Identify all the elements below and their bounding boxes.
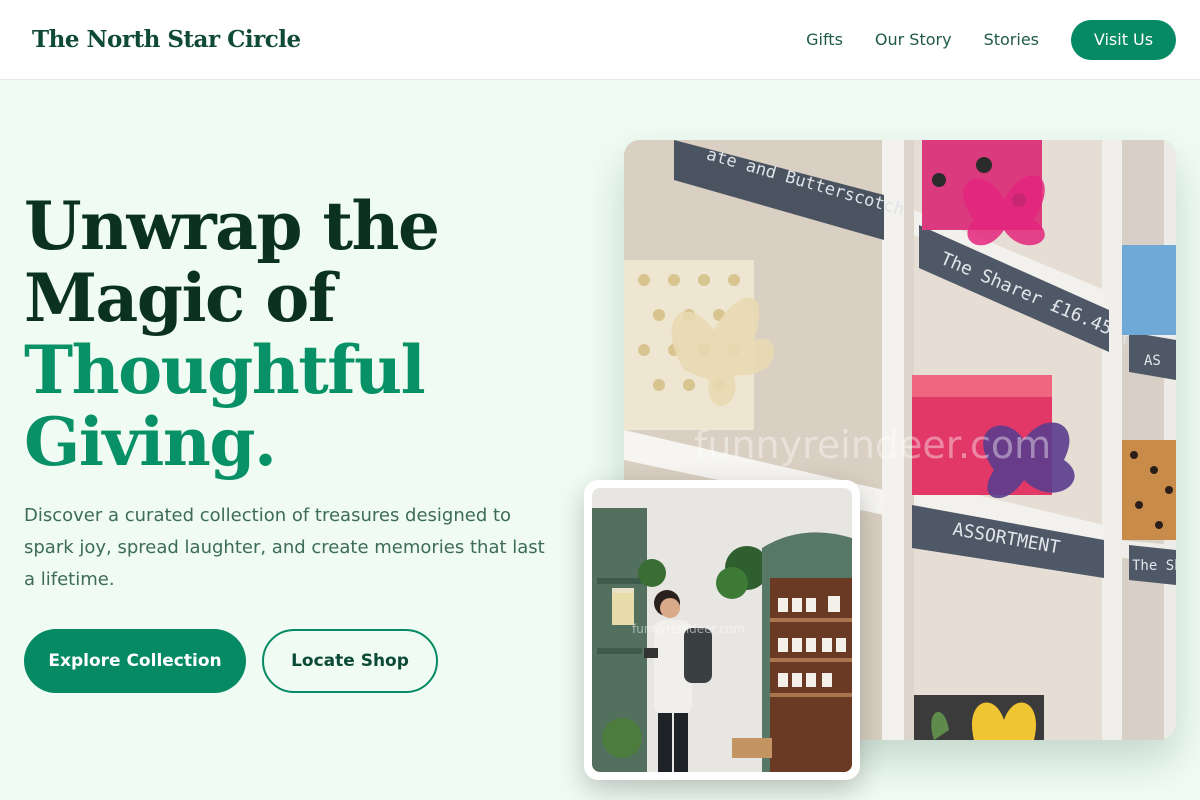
photo-watermark: funnyreindeer.com: [694, 423, 1051, 467]
hero-title-accent1: Thoughtful: [24, 331, 426, 409]
nav-link-gifts[interactable]: Gifts: [806, 30, 843, 49]
hero-title: Unwrap the Magic of Thoughtful Giving.: [24, 187, 440, 481]
shop-interior-image: funnyreindeer.com: [592, 488, 852, 772]
shop-interior-photo: funnyreindeer.com: [584, 480, 860, 780]
brand-logo[interactable]: The North Star Circle: [32, 26, 301, 53]
hero-description: Discover a curated collection of treasur…: [24, 505, 545, 590]
hero-title-accent2: Giving.: [24, 403, 277, 481]
visit-us-button[interactable]: Visit Us: [1071, 19, 1176, 60]
nav-link-stories[interactable]: Stories: [984, 30, 1039, 49]
nav-link-our-story[interactable]: Our Story: [875, 30, 952, 49]
hero-title-line1: Unwrap the: [24, 187, 440, 265]
top-nav: The North Star Circle Gifts Our Story St…: [0, 0, 1200, 80]
shelf-label-5: AS: [1144, 353, 1161, 369]
inset-watermark: funnyreindeer.com: [632, 622, 745, 636]
shop-interior-illustration: funnyreindeer.com: [592, 488, 852, 772]
hero-title-line2: Magic of: [24, 259, 336, 337]
nav-links: Gifts Our Story Stories Visit Us: [806, 19, 1176, 60]
shelf-label-4: The Sh: [1132, 558, 1176, 574]
locate-shop-button[interactable]: Locate Shop: [262, 629, 438, 693]
explore-collection-button[interactable]: Explore Collection: [24, 629, 246, 693]
